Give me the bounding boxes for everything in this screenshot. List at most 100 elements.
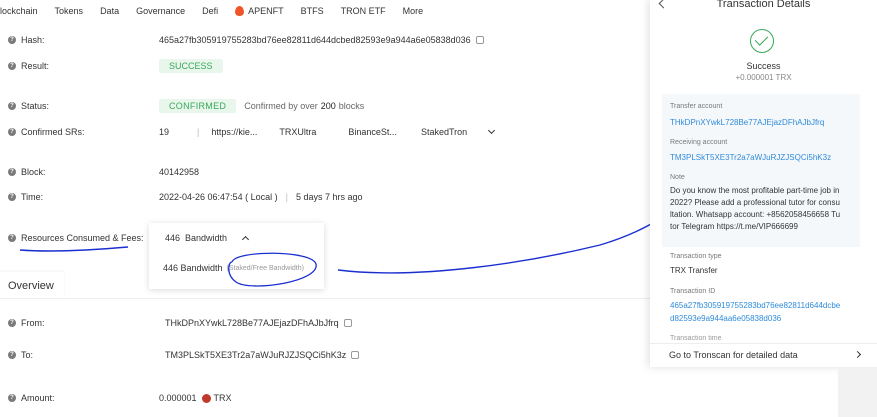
tx-type-value: TRX Transfer bbox=[670, 266, 718, 275]
sr-icon: | bbox=[197, 127, 200, 137]
nav-tron-etf[interactable]: TRON ETF bbox=[341, 6, 386, 16]
transaction-details-panel: Transaction Details Success +0.000001 TR… bbox=[650, 0, 877, 367]
underline-annotation bbox=[19, 246, 129, 252]
from-label: From: bbox=[21, 318, 45, 328]
nav-data[interactable]: Data bbox=[100, 6, 119, 16]
tronscan-link[interactable]: Go to Tronscan for detailed data bbox=[669, 350, 798, 360]
help-icon[interactable]: ? bbox=[8, 102, 16, 110]
tab-overview[interactable]: Overview bbox=[0, 272, 64, 298]
help-icon[interactable]: ? bbox=[8, 351, 16, 359]
help-icon[interactable]: ? bbox=[8, 168, 16, 176]
chevron-up-icon[interactable] bbox=[242, 235, 250, 244]
to-address[interactable]: TM3PLSkT5XE3Tr2a7aWJuRJZJSQCi5hK3z bbox=[165, 350, 346, 360]
panel-transaction-card: Transaction type TRX Transfer Transactio… bbox=[662, 247, 860, 342]
nav-blockchain[interactable]: lockchain bbox=[0, 6, 38, 16]
divider bbox=[0, 298, 650, 299]
bandwidth-tag: (Staked/Free Bandwidth) bbox=[226, 264, 304, 272]
amount-value: 0.000001 bbox=[159, 393, 197, 403]
note-line: ltation. Whatsapp account: +856205845665… bbox=[670, 210, 841, 219]
resources-detail: 446 Bandwidth (Staked/Free Bandwidth) bbox=[163, 263, 304, 273]
help-icon[interactable]: ? bbox=[8, 319, 16, 327]
from-address[interactable]: THkDPnXYwkL728Be77AJEjazDFhAJbJfrq bbox=[165, 318, 339, 328]
transfer-account-link[interactable]: THkDPnXYwkL728Be77AJEjazDFhAJbJfrq bbox=[670, 118, 824, 127]
bandwidth-detail: 446 Bandwidth bbox=[163, 263, 223, 273]
copy-icon[interactable] bbox=[343, 319, 352, 327]
nav-defi[interactable]: Defi bbox=[202, 6, 218, 16]
back-arrow-icon[interactable] bbox=[658, 0, 669, 9]
nav-apenft-label: APENFT bbox=[248, 6, 284, 16]
nav-btfs[interactable]: BTFS bbox=[301, 6, 324, 16]
sr-item[interactable]: BinanceSt... bbox=[348, 127, 397, 137]
arrow-annotation bbox=[337, 218, 661, 274]
note-line: 2022? Please add a professional tutor fo… bbox=[670, 198, 840, 207]
copy-icon[interactable] bbox=[475, 36, 484, 44]
confirm-note-prefix: Confirmed by over bbox=[244, 101, 318, 111]
resources-dropdown: 446 Bandwidth 446 Bandwidth (Staked/Free… bbox=[149, 223, 324, 289]
panel-amount: +0.000001 TRX bbox=[735, 73, 792, 82]
to-label: To: bbox=[21, 350, 34, 360]
nav-more[interactable]: More bbox=[403, 6, 424, 16]
confirmed-srs-label: Confirmed SRs: bbox=[21, 127, 85, 137]
receiving-account-label: Receiving account bbox=[670, 139, 728, 146]
confirm-note-count: 200 bbox=[320, 101, 336, 111]
amount-value-wrap: 0.000001 TRX bbox=[159, 393, 232, 403]
amount-token: TRX bbox=[213, 393, 232, 403]
panel-title: Transaction Details bbox=[716, 0, 811, 10]
resources-label: Resources Consumed & Fees: bbox=[21, 233, 144, 243]
note-line: tor Telegram https://t.me/VIP666699 bbox=[670, 222, 798, 231]
bandwidth-unit: Bandwidth bbox=[185, 233, 228, 243]
sr-item[interactable]: https://kie... bbox=[211, 127, 257, 137]
time-separator: | bbox=[285, 192, 288, 202]
trx-token-icon bbox=[201, 393, 211, 403]
confirm-note-suffix: blocks bbox=[338, 101, 365, 111]
panel-header: Transaction Details bbox=[650, 0, 877, 16]
success-check-icon bbox=[750, 29, 774, 53]
result-badge: SUCCESS bbox=[159, 59, 223, 73]
panel-footer[interactable]: Go to Tronscan for detailed data bbox=[650, 343, 877, 367]
tx-id-label: Transaction ID bbox=[670, 288, 716, 295]
nav-tokens[interactable]: Tokens bbox=[55, 6, 84, 16]
help-icon[interactable]: ? bbox=[8, 62, 16, 70]
nav-apenft[interactable]: APENFT bbox=[235, 6, 284, 16]
sr-count: 19 bbox=[159, 127, 170, 137]
result-value-wrap: SUCCESS bbox=[159, 59, 223, 73]
fire-icon bbox=[235, 6, 245, 16]
receiving-account-link[interactable]: TM3PLSkT5XE3Tr2a7aWJuRJZJSQCi5hK3z bbox=[670, 153, 831, 162]
status-badge: CONFIRMED bbox=[159, 99, 237, 113]
hash-value: 465a27fb305919755283bd76ee82811d644dcbed… bbox=[159, 35, 471, 45]
hash-label: Hash: bbox=[21, 35, 45, 45]
page-edge bbox=[838, 367, 877, 417]
help-icon[interactable]: ? bbox=[8, 36, 16, 44]
tx-time-label: Transaction time bbox=[670, 335, 722, 342]
block-value[interactable]: 40142958 bbox=[159, 167, 199, 177]
status-label: Status: bbox=[21, 101, 50, 111]
resources-summary[interactable]: 446 Bandwidth bbox=[165, 233, 250, 244]
to-value-wrap: TM3PLSkT5XE3Tr2a7aWJuRJZJSQCi5hK3z bbox=[165, 350, 360, 360]
time-value: 2022-04-26 06:47:54 ( Local ) bbox=[159, 192, 278, 202]
from-value-wrap: THkDPnXYwkL728Be77AJEjazDFhAJbJfrq bbox=[165, 318, 352, 328]
confirmed-srs-wrap: 19 | https://kie... TRXUltra BinanceSt..… bbox=[159, 126, 496, 137]
bandwidth-amount: 446 bbox=[165, 233, 181, 243]
status-value-wrap: CONFIRMED Confirmed by over 200 blocks bbox=[159, 99, 364, 113]
block-label: Block: bbox=[21, 167, 46, 177]
chevron-down-icon[interactable] bbox=[488, 126, 496, 135]
chevron-right-icon bbox=[853, 350, 862, 359]
transfer-account-label: Transfer account bbox=[670, 103, 723, 110]
sr-item[interactable]: TRXUltra bbox=[279, 127, 316, 137]
tx-id-line[interactable]: d82593e9a944aa6e05838d036 bbox=[670, 314, 781, 323]
time-label: Time: bbox=[21, 192, 44, 202]
panel-status: Success bbox=[746, 61, 781, 71]
help-icon[interactable]: ? bbox=[8, 193, 16, 201]
time-ago: 5 days 7 hrs ago bbox=[295, 192, 363, 202]
tx-type-label: Transaction type bbox=[670, 253, 722, 260]
help-icon[interactable]: ? bbox=[8, 128, 16, 136]
help-icon[interactable]: ? bbox=[8, 394, 16, 402]
note-label: Note bbox=[670, 174, 685, 181]
result-label: Result: bbox=[21, 61, 50, 71]
copy-icon[interactable] bbox=[351, 351, 360, 359]
help-icon[interactable]: ? bbox=[8, 234, 16, 242]
nav-governance[interactable]: Governance bbox=[136, 6, 185, 16]
tx-id-line[interactable]: 465a27fb305919755283bd76ee82811d644dcbe bbox=[670, 301, 840, 310]
time-value-wrap: 2022-04-26 06:47:54 ( Local ) | 5 days 7… bbox=[159, 192, 362, 202]
sr-item[interactable]: StakedTron bbox=[421, 127, 467, 137]
